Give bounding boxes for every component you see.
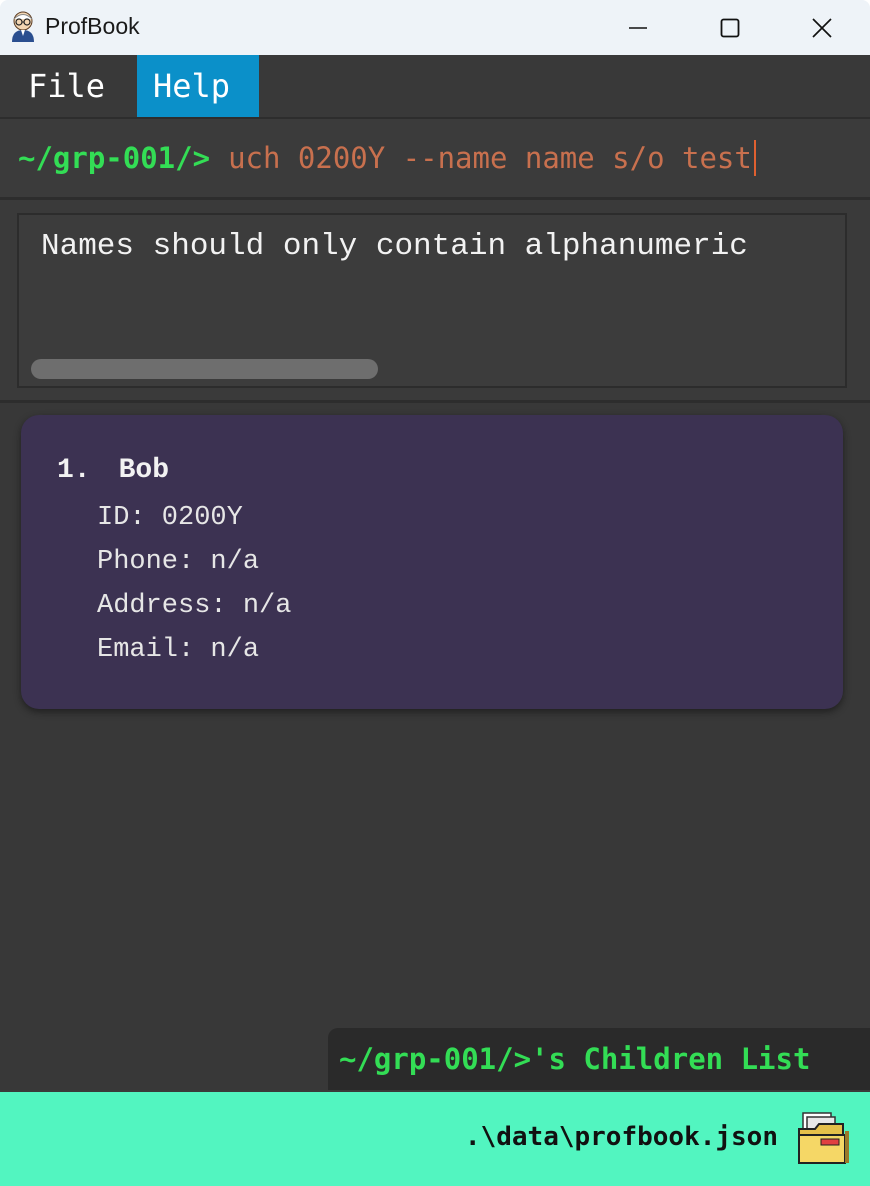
minimize-icon	[629, 26, 647, 29]
student-id: ID: 0200Y	[97, 503, 243, 533]
menu-help[interactable]: Help	[137, 55, 259, 117]
children-list-label: ~/grp-001/>'s Children List	[328, 1028, 870, 1090]
command-input[interactable]: uch 0200Y --name name s/o test	[228, 141, 752, 175]
student-name: Bob	[118, 455, 170, 486]
menu-bar: File Help	[0, 55, 870, 117]
folder-icon	[798, 1112, 849, 1164]
command-prompt: ~/grp-001/>	[18, 141, 211, 175]
result-display-panel: Names should only contain alphanumeric	[0, 200, 870, 403]
student-heading: 1. Bob	[57, 455, 169, 486]
maximize-icon	[720, 18, 740, 37]
result-display[interactable]: Names should only contain alphanumeric	[17, 213, 847, 388]
student-email: Email: n/a	[97, 635, 260, 665]
minimize-button[interactable]	[592, 0, 684, 55]
children-list[interactable]: 1. Bob ID: 0200Y Phone: n/a Address: n/a …	[0, 403, 870, 1090]
menu-file[interactable]: File	[12, 55, 121, 117]
title-bar: ProfBook	[0, 0, 870, 55]
window-title: ProfBook	[45, 13, 140, 39]
student-address: Address: n/a	[97, 591, 292, 621]
result-message: Names should only contain alphanumeric	[41, 229, 748, 264]
app-window: File Help ~/grp-001/> uch 0200Y --name n…	[0, 55, 870, 1186]
professor-avatar-icon	[12, 11, 34, 42]
save-file-path: .\data\profbook.json	[464, 1122, 778, 1152]
student-index: 1.	[57, 455, 91, 486]
command-box[interactable]: ~/grp-001/> uch 0200Y --name name s/o te…	[0, 117, 870, 200]
close-button[interactable]	[776, 0, 868, 55]
close-icon	[812, 17, 832, 38]
student-phone: Phone: n/a	[97, 547, 260, 577]
horizontal-scrollbar[interactable]	[31, 359, 378, 379]
status-bar: .\data\profbook.json	[0, 1090, 870, 1186]
maximize-button[interactable]	[684, 0, 776, 55]
text-caret	[753, 140, 756, 176]
list-item[interactable]: 1. Bob ID: 0200Y Phone: n/a Address: n/a …	[21, 415, 843, 709]
